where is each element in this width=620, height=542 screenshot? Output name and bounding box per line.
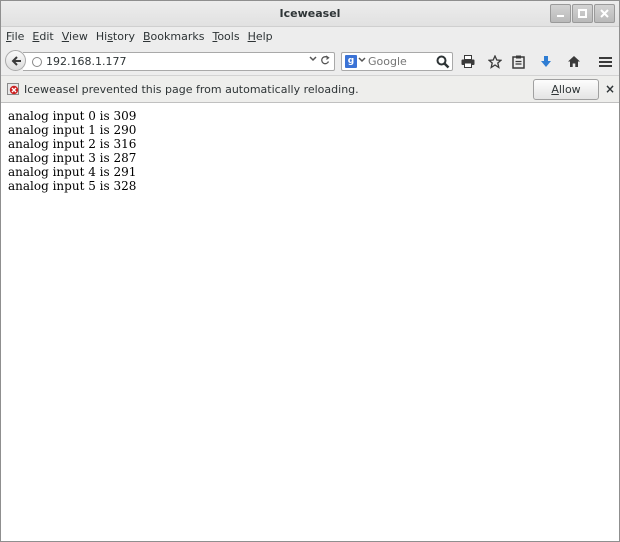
url-history-dropdown[interactable] — [309, 54, 317, 67]
window-controls — [549, 4, 615, 23]
bookmark-star-button[interactable] — [485, 52, 505, 71]
analog-reading-line: analog input 4 is 291 — [8, 165, 137, 179]
allow-button[interactable]: Allow — [533, 79, 599, 100]
maximize-icon[interactable] — [572, 4, 593, 23]
refresh-blocked-notification: Iceweasel prevented this page from autom… — [1, 75, 619, 103]
menu-edit[interactable]: Edit — [28, 28, 57, 46]
menu-help-label: elp — [255, 30, 273, 43]
menu-bar: File Edit View History Bookmarks Tools H… — [1, 27, 619, 47]
reload-icon — [321, 55, 330, 65]
menu-history-pre: Hi — [95, 30, 108, 43]
menu-history[interactable]: History — [92, 28, 139, 46]
analog-reading-line: analog input 0 is 309 — [8, 109, 137, 123]
menu-edit-label: dit — [39, 30, 54, 43]
reload-button[interactable] — [320, 54, 330, 69]
menu-bookmarks-label: ookmarks — [150, 30, 205, 43]
menu-view-label: iew — [69, 30, 88, 43]
star-icon — [488, 54, 502, 69]
magnifier-icon[interactable] — [436, 55, 450, 69]
google-engine-icon[interactable]: g — [345, 55, 357, 68]
download-arrow-icon — [541, 56, 551, 67]
analog-reading-line: analog input 1 is 290 — [8, 123, 137, 137]
menu-help[interactable]: Help — [244, 28, 277, 46]
url-text[interactable]: 192.168.1.177 — [46, 55, 126, 68]
analog-reading-line: analog input 2 is 316 — [8, 137, 137, 151]
menu-file-label: ile — [11, 30, 25, 43]
menu-history-label: tory — [112, 30, 135, 43]
search-bar[interactable]: g — [341, 52, 453, 71]
title-bar[interactable]: Iceweasel — [1, 1, 619, 27]
browser-window: Iceweasel File Edit View History Bookmar… — [0, 0, 620, 542]
notification-message: Iceweasel prevented this page from autom… — [24, 83, 359, 96]
open-menu-button[interactable] — [595, 52, 615, 71]
menu-help-accel: H — [247, 30, 256, 43]
downloads-button[interactable] — [536, 52, 556, 71]
notification-close-icon[interactable]: × — [605, 82, 615, 96]
search-engine-dropdown[interactable] — [358, 55, 366, 68]
hamburger-menu-icon — [598, 56, 612, 67]
home-icon — [568, 56, 580, 67]
allow-label: llow — [558, 83, 581, 96]
menu-view[interactable]: View — [58, 28, 92, 46]
globe-icon — [32, 57, 42, 67]
allow-accel: A — [551, 83, 559, 96]
navigation-toolbar: 192.168.1.177 g — [1, 47, 619, 75]
menu-view-accel: V — [61, 30, 70, 43]
blocked-refresh-icon — [7, 83, 19, 95]
menu-tools[interactable]: Tools — [208, 28, 243, 46]
menu-bookmarks-accel: B — [143, 30, 151, 43]
home-button[interactable] — [564, 52, 584, 71]
menu-bookmarks[interactable]: Bookmarks — [139, 28, 208, 46]
reading-list-button[interactable] — [508, 52, 528, 71]
analog-reading-line: analog input 5 is 328 — [8, 179, 137, 193]
search-input[interactable] — [368, 55, 436, 68]
page-content: analog input 0 is 309 analog input 1 is … — [1, 104, 619, 541]
print-icon — [461, 55, 475, 68]
chevron-down-icon — [309, 56, 317, 62]
close-icon[interactable] — [594, 4, 615, 23]
analog-reading-line: analog input 3 is 287 — [8, 151, 137, 165]
menu-tools-label: ools — [217, 30, 240, 43]
back-arrow-icon — [11, 55, 21, 66]
window-title: Iceweasel — [279, 7, 341, 20]
url-bar[interactable]: 192.168.1.177 — [23, 52, 335, 71]
menu-file[interactable]: File — [2, 28, 28, 46]
print-button[interactable] — [458, 52, 478, 71]
clipboard-icon — [511, 55, 525, 69]
back-button[interactable] — [5, 50, 26, 71]
minimize-icon[interactable] — [550, 4, 571, 23]
chevron-down-icon — [358, 57, 366, 63]
